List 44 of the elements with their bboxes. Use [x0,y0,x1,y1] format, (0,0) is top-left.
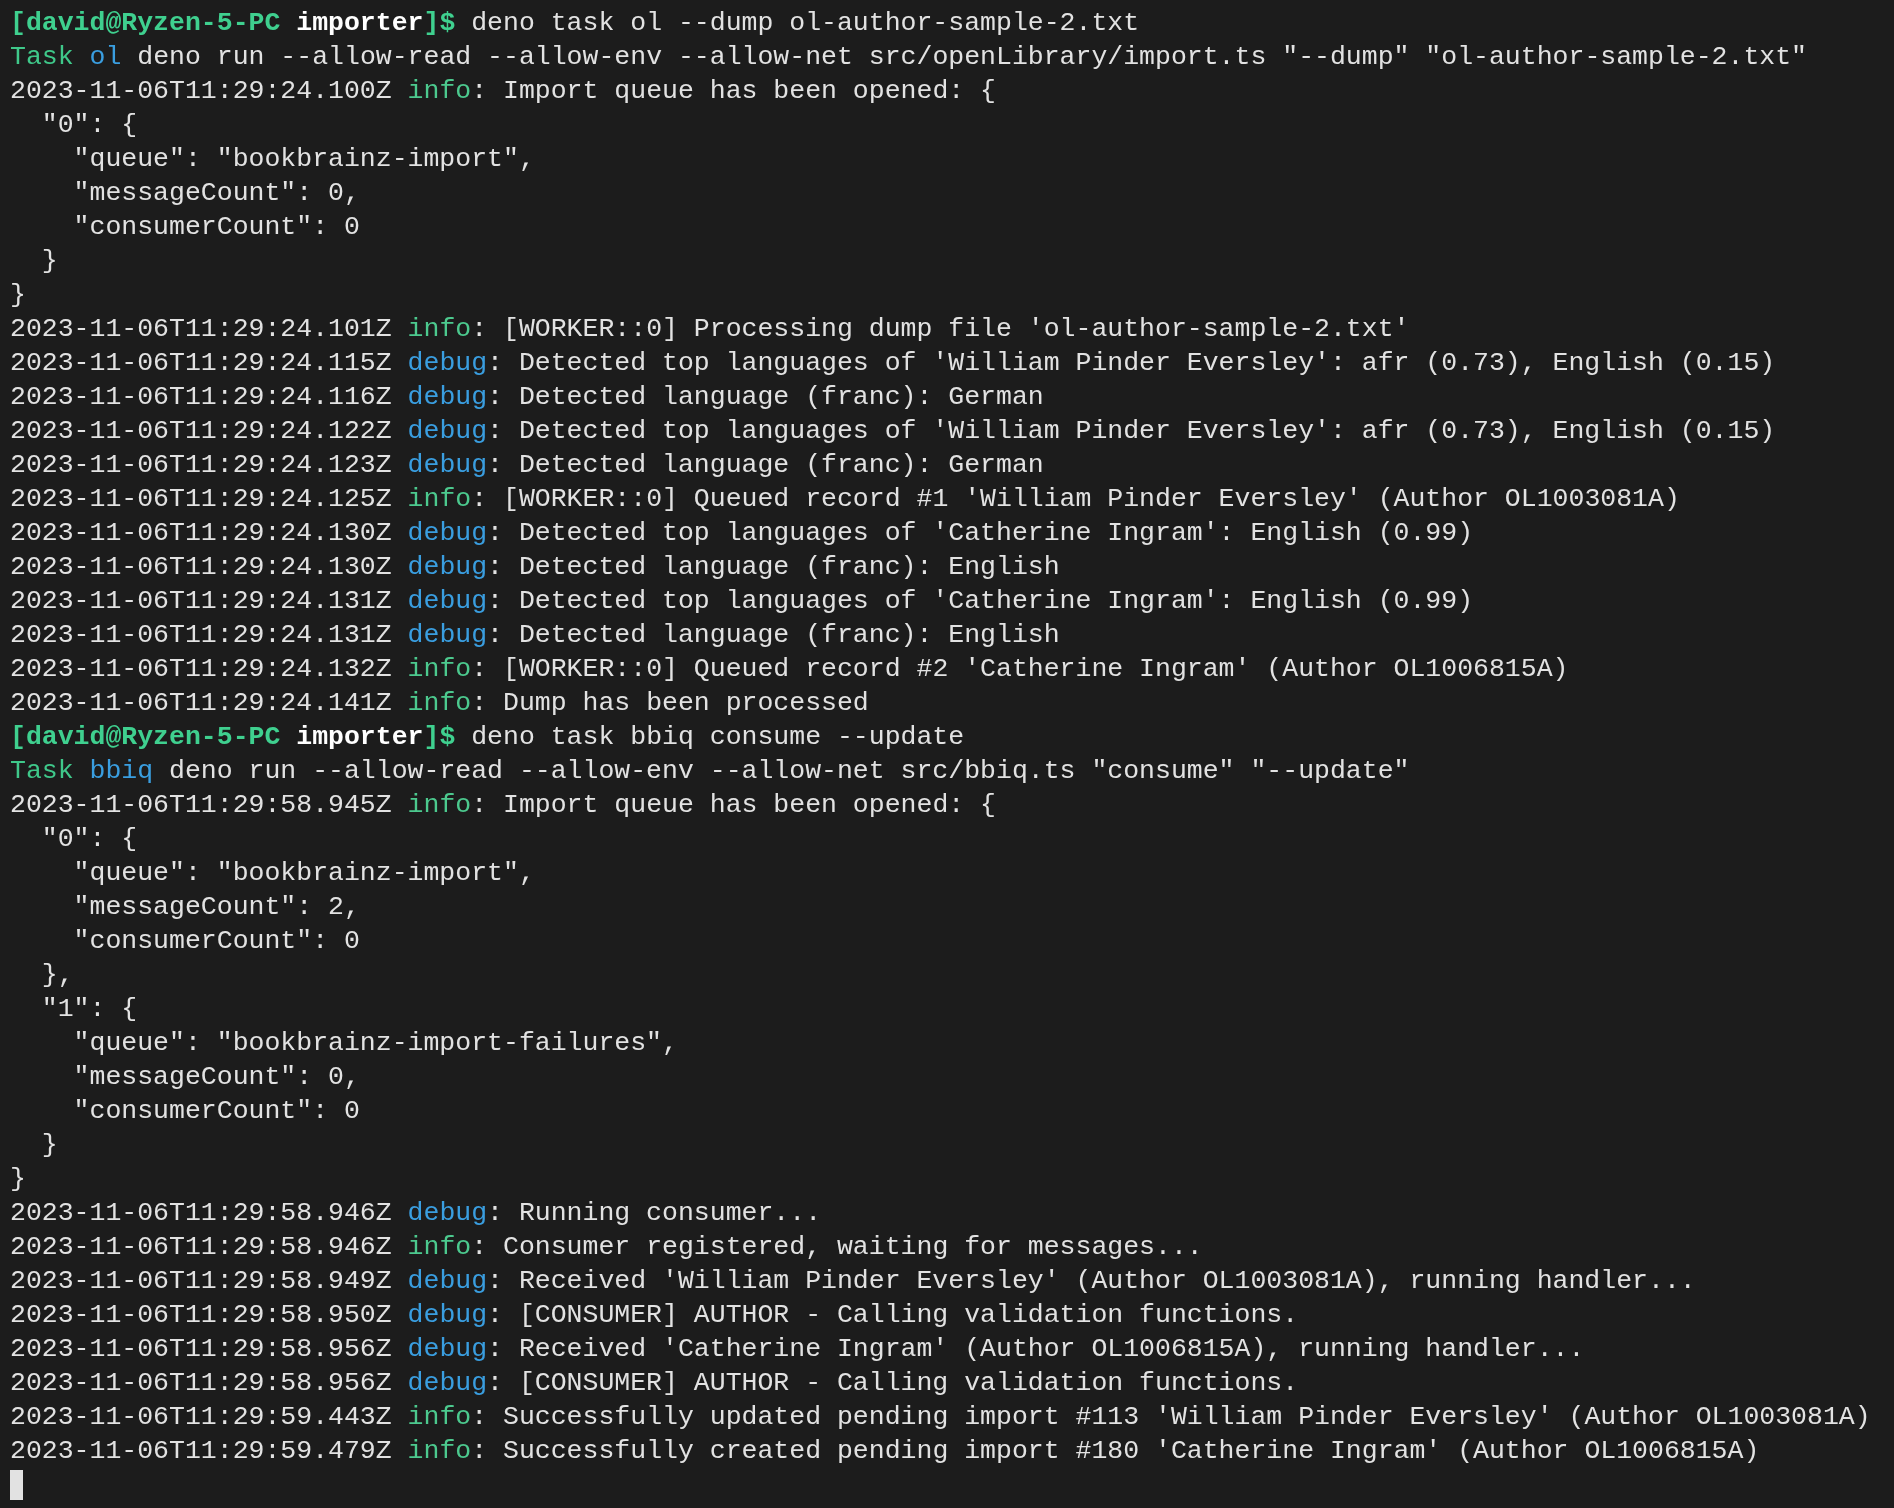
output-line: "queue": "bookbrainz-import-failures", [72,1027,679,1060]
log-line: 2023-11-06T11:29:58.956Z debug: [CONSUMER] AUTHOR - Calling validation functions. [10,1367,1300,1400]
output-line: "1": { [40,993,139,1026]
task-line: Task bbiq deno run --allow-read --allow-env --allow-net src/bbiq.ts "consume" "--update" [10,755,1411,788]
log-line: 2023-11-06T11:29:24.130Z debug: Detected language (franc): English [10,551,1061,584]
log-line: 2023-11-06T11:29:58.945Z info: Import queue has been opened: { [10,789,997,822]
log-line: 2023-11-06T11:29:58.949Z debug: Received 'William Pinder Eversley' (Author OL1003081A), running handler... [10,1265,1697,1298]
log-line: 2023-11-06T11:29:24.116Z debug: Detected language (franc): German [10,381,1045,414]
log-line: 2023-11-06T11:29:24.131Z debug: Detected top languages of 'Catherine Ingram': English (0.99) [10,585,1475,618]
output-line: "consumerCount": 0 [72,1095,361,1128]
output-line: "messageCount": 0, [72,1061,361,1094]
log-line: 2023-11-06T11:29:59.443Z info: Successfully updated pending import #113 'William Pinder Eversley' (Author OL1003081A) [10,1401,1872,1434]
output-line: "messageCount": 0, [72,177,361,210]
output-line: } [10,1163,27,1196]
log-line: 2023-11-06T11:29:58.956Z debug: Received 'Catherine Ingram' (Author OL1006815A), running handler... [10,1333,1586,1366]
prompt-line: [david@Ryzen-5-PC importer]$ deno task bbiq consume --update [10,721,966,754]
log-line: 2023-11-06T11:29:24.115Z debug: Detected top languages of 'William Pinder Eversley': afr (0.73), English (0.15) [10,347,1777,380]
log-line: 2023-11-06T11:29:59.479Z info: Successfully created pending import #180 'Catherine Ingram' (Author OL1006815A) [10,1435,1761,1468]
output-line: } [10,279,27,312]
log-line: 2023-11-06T11:29:58.950Z debug: [CONSUMER] AUTHOR - Calling validation functions. [10,1299,1300,1332]
log-line: 2023-11-06T11:29:58.946Z info: Consumer registered, waiting for messages... [10,1231,1204,1264]
log-line: 2023-11-06T11:29:24.125Z info: [WORKER::0] Queued record #1 'William Pinder Eversley' (Author OL1003081A) [10,483,1681,516]
log-line: 2023-11-06T11:29:24.101Z info: [WORKER::0] Processing dump file 'ol-author-sample-2.txt' [10,313,1411,346]
output-line: "queue": "bookbrainz-import", [72,143,536,176]
log-line: 2023-11-06T11:29:24.122Z debug: Detected top languages of 'William Pinder Eversley': afr (0.73), English (0.15) [10,415,1777,448]
output-line: "messageCount": 2, [72,891,361,924]
log-line: 2023-11-06T11:29:24.123Z debug: Detected language (franc): German [10,449,1045,482]
prompt-line: [david@Ryzen-5-PC importer]$ deno task ol --dump ol-author-sample-2.txt [10,7,1141,40]
output-line: } [40,1129,59,1162]
output-line: "0": { [40,109,139,142]
log-line: 2023-11-06T11:29:24.100Z info: Import queue has been opened: { [10,75,997,108]
output-line: "queue": "bookbrainz-import", [72,857,536,890]
cursor-icon [10,1470,23,1500]
output-line: "consumerCount": 0 [72,925,361,958]
log-line: 2023-11-06T11:29:24.130Z debug: Detected top languages of 'Catherine Ingram': English (0.99) [10,517,1475,550]
output-line: "0": { [40,823,139,856]
output-line: } [40,245,59,278]
log-line: 2023-11-06T11:29:24.131Z debug: Detected language (franc): English [10,619,1061,652]
log-line: 2023-11-06T11:29:24.141Z info: Dump has been processed [10,687,870,720]
task-line: Task ol deno run --allow-read --allow-env --allow-net src/openLibrary/import.ts "--dump" "ol-author-sample-2.txt" [10,41,1809,74]
output-line: "consumerCount": 0 [72,211,361,244]
output-line: }, [40,959,75,992]
log-line: 2023-11-06T11:29:24.132Z info: [WORKER::0] Queued record #2 'Catherine Ingram' (Author OL1006815A) [10,653,1570,686]
log-line: 2023-11-06T11:29:58.946Z debug: Running consumer... [10,1197,823,1230]
